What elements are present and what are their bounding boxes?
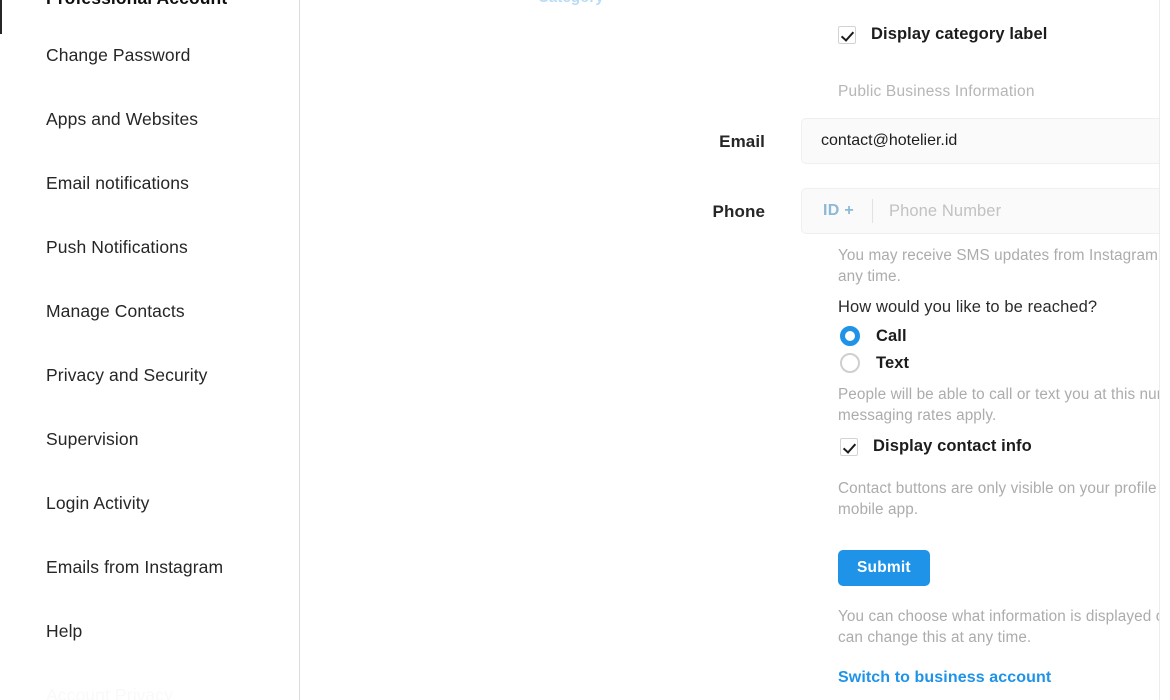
display-contact-info-text: Display contact info <box>873 437 1032 455</box>
switch-to-business-account-link[interactable]: Switch to business account <box>838 669 1051 687</box>
sidebar-item-account-privacy[interactable]: Account Privacy <box>0 664 299 700</box>
phone-field-wrapper: ID + Phone Number <box>801 188 1169 234</box>
email-row: Email contact@hotelier.id <box>599 118 1169 164</box>
sidebar-item-email-notifications[interactable]: Email notifications <box>0 152 299 216</box>
display-category-label-text: Display category label <box>871 25 1048 43</box>
email-label: Email <box>719 132 765 151</box>
profile-helper-text: You can choose what information is displ… <box>838 608 1169 646</box>
sidebar-item-label: Email notifications <box>46 173 189 194</box>
sidebar-item-push-notifications[interactable]: Push Notifications <box>0 216 299 280</box>
category-link[interactable]: Category <box>538 0 604 6</box>
email-input[interactable]: contact@hotelier.id <box>801 118 1169 164</box>
sidebar-item-manage-contacts[interactable]: Manage Contacts <box>0 280 299 344</box>
call-radio-button[interactable] <box>840 326 860 346</box>
sidebar-item-apps-and-websites[interactable]: Apps and Websites <box>0 88 299 152</box>
public-business-information-heading: Public Business Information <box>838 83 1035 100</box>
settings-main-content: Category Display category label Public B… <box>300 0 1170 700</box>
sidebar-item-label: Supervision <box>46 429 139 450</box>
phone-row: Phone ID + Phone Number <box>599 188 1169 234</box>
sidebar-item-change-password[interactable]: Change Password <box>0 24 299 88</box>
sidebar-item-login-activity[interactable]: Login Activity <box>0 472 299 536</box>
reach-question-label: How would you like to be reached? <box>838 298 1098 316</box>
reach-option-text[interactable]: Text <box>840 353 909 373</box>
sidebar-item-label: Account Privacy <box>46 685 173 700</box>
settings-page: Professional Account Change Password App… <box>0 0 1170 700</box>
display-category-label-checkbox[interactable] <box>838 25 856 44</box>
sidebar-item-label: Emails from Instagram <box>46 557 224 578</box>
sidebar-item-label: Manage Contacts <box>46 301 185 322</box>
right-gutter <box>1159 0 1170 700</box>
sidebar-item-label: Push Notifications <box>46 237 188 258</box>
country-code-selector[interactable]: ID + <box>823 203 854 219</box>
sidebar-item-label: Professional Account <box>46 0 227 8</box>
sidebar-item-label: Change Password <box>46 45 191 66</box>
phone-input-placeholder: Phone Number <box>889 201 1002 220</box>
sidebar-item-label: Privacy and Security <box>46 365 208 386</box>
text-radio-button[interactable] <box>840 353 860 373</box>
settings-sidebar: Professional Account Change Password App… <box>0 0 300 700</box>
email-field-wrapper: contact@hotelier.id <box>801 118 1169 164</box>
email-input-value: contact@hotelier.id <box>821 132 958 149</box>
phone-label: Phone <box>712 202 765 221</box>
sidebar-item-supervision[interactable]: Supervision <box>0 408 299 472</box>
display-contact-info-row[interactable]: Display contact info <box>840 437 1032 456</box>
reach-helper-text: People will be able to call or text you … <box>838 386 1170 424</box>
divider <box>872 199 873 223</box>
reach-option-call[interactable]: Call <box>840 326 907 346</box>
sidebar-item-help[interactable]: Help <box>0 600 299 664</box>
sidebar-item-label: Apps and Websites <box>46 109 199 130</box>
sms-helper-text: You may receive SMS updates from Instagr… <box>838 247 1169 285</box>
call-radio-label: Call <box>876 326 907 345</box>
sidebar-item-emails-from-instagram[interactable]: Emails from Instagram <box>0 536 299 600</box>
display-contact-info-checkbox[interactable] <box>840 437 858 456</box>
sidebar-item-label: Login Activity <box>46 493 150 514</box>
submit-button[interactable]: Submit <box>838 550 930 586</box>
contact-buttons-helper-text: Contact buttons are only visible on your… <box>838 480 1169 518</box>
text-radio-label: Text <box>876 353 910 372</box>
sidebar-item-label: Help <box>46 621 83 642</box>
sidebar-item-professional-account[interactable]: Professional Account <box>0 0 299 34</box>
sidebar-item-privacy-and-security[interactable]: Privacy and Security <box>0 344 299 408</box>
phone-input[interactable]: ID + Phone Number <box>801 188 1169 234</box>
display-category-label-row[interactable]: Display category label <box>838 25 1047 44</box>
